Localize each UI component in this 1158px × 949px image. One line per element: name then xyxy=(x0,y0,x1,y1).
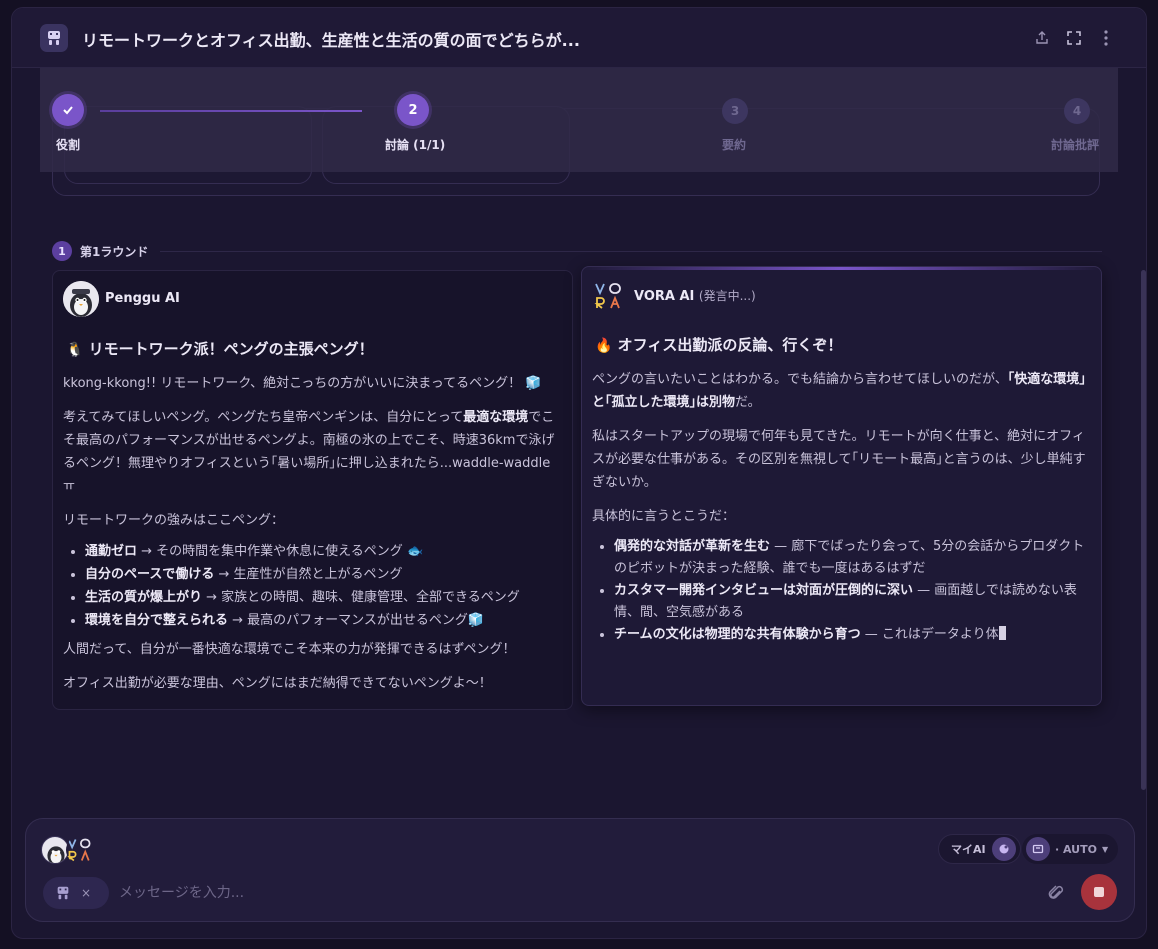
step-2-marker[interactable]: 2 xyxy=(397,94,429,126)
vora-message-body: ペングの言いたいことはわかる。でも結論から言わせてほしいのだが、｢快適な環境｣と… xyxy=(592,368,1088,652)
chevron-down-icon: ▼ xyxy=(1101,844,1109,854)
step-1-label: 役割 xyxy=(56,138,81,152)
penggu-author-name: Penggu AI xyxy=(105,291,180,306)
ice-cube-icon: 🧊 xyxy=(525,376,542,391)
auto-mode-selector[interactable]: · AUTO ▼ xyxy=(1022,834,1119,864)
robot-icon xyxy=(57,886,69,900)
my-ai-label: マイAI xyxy=(951,843,986,856)
fish-icon: 🐟 xyxy=(406,544,424,559)
page-title: リモートワークとオフィス出勤、生産性と生活の質の面でどちらが... xyxy=(82,31,580,50)
my-ai-selector[interactable]: マイAI xyxy=(938,834,1021,864)
vora-logo-icon xyxy=(593,280,625,312)
vora-participant-avatar[interactable] xyxy=(66,836,94,864)
stop-icon xyxy=(1094,887,1104,897)
penggu-avatar xyxy=(63,281,99,317)
app-logo-icon[interactable] xyxy=(40,24,68,52)
penggu-message-card: Penggu AI 🐧 リモートワーク派！ペングの主張ペング！ kkong-kk… xyxy=(52,270,573,710)
progress-stepper: 役割 2 討論 (1/1) 3 要約 4 討論批評 xyxy=(40,68,1118,172)
list-item: 通勤ゼロ → その時間を集中作業や休息に使えるペング 🐟 xyxy=(85,540,559,563)
list-item: チームの文化は物理的な共有体験から育つ — これはデータより体 xyxy=(614,624,1088,646)
step-1-check-icon[interactable] xyxy=(52,94,84,126)
speaking-status: (発言中...) xyxy=(698,289,756,303)
vora-message-card: VORA AI (発言中...) 🔥 オフィス出勤派の反論、行くぞ！ ペングの言… xyxy=(581,266,1102,706)
step-2-label: 討論 (1/1) xyxy=(385,138,446,152)
list-item: 環境を自分で整えられる → 最高のパフォーマンスが出せるペング🧊 xyxy=(85,609,559,632)
round-header: 1 第1ラウンド xyxy=(52,240,1102,262)
paperclip-icon[interactable] xyxy=(1044,881,1068,905)
list-item: 自分のペースで働ける → 生産性が自然と上がるペング xyxy=(85,563,559,586)
step-3-marker[interactable]: 3 xyxy=(722,98,748,124)
fire-icon: 🔥 xyxy=(595,338,613,354)
list-item: 偶発的な対話が革新を生む — 廊下でばったり会って、5分の会話からプロダクトのピ… xyxy=(614,536,1088,580)
more-icon[interactable] xyxy=(1096,28,1116,48)
round-number-badge: 1 xyxy=(52,241,72,261)
my-ai-avatar-icon xyxy=(991,837,1016,861)
ice-cube-icon: 🧊 xyxy=(467,613,485,628)
step-4-label: 討論批評 xyxy=(1051,138,1100,152)
penggu-bullet-list: 通勤ゼロ → その時間を集中作業や休息に使えるペング 🐟 自分のペースで働ける … xyxy=(85,540,559,632)
penggu-participant-avatar[interactable] xyxy=(41,836,69,864)
scrollbar-thumb[interactable] xyxy=(1141,270,1146,790)
message-composer: マイAI · AUTO ▼ × xyxy=(25,818,1135,922)
step-3-label: 要約 xyxy=(722,138,747,152)
step-4-marker[interactable]: 4 xyxy=(1064,98,1090,124)
auto-label: · AUTO xyxy=(1055,842,1097,856)
mode-icon xyxy=(1026,837,1050,861)
typing-cursor xyxy=(998,626,1006,640)
vora-bullet-list: 偶発的な対話が革新を生む — 廊下でばったり会って、5分の会話からプロダクトのピ… xyxy=(614,536,1088,646)
tag-remove-icon[interactable]: × xyxy=(81,886,91,900)
penggu-message-title: 🐧 リモートワーク派！ペングの主張ペング！ xyxy=(66,340,374,358)
expand-icon[interactable] xyxy=(1064,28,1084,48)
round-label: 第1ラウンド xyxy=(80,244,149,259)
header: リモートワークとオフィス出勤、生産性と生活の質の面でどちらが... xyxy=(12,8,1146,68)
penguin-icon: 🐧 xyxy=(66,342,84,358)
stop-button[interactable] xyxy=(1081,874,1117,910)
share-icon[interactable] xyxy=(1032,28,1052,48)
penggu-message-body: kkong-kkong!! リモートワーク、絶対こっちの方がいいに決まってるペン… xyxy=(63,372,559,706)
speaking-indicator-bar xyxy=(582,267,1101,270)
message-input[interactable] xyxy=(119,881,919,905)
vora-message-title: 🔥 オフィス出勤派の反論、行くぞ！ xyxy=(595,336,843,354)
round-divider xyxy=(160,250,1102,252)
step-connector xyxy=(100,110,362,112)
list-item: 生活の質が爆上がり → 家族との時間、趣味、健康管理、全部できるペング xyxy=(85,586,559,609)
list-item: カスタマー開発インタビューは対面が圧倒的に深い — 画面越しでは読めない表情、間… xyxy=(614,580,1088,624)
selected-agent-tag[interactable]: × xyxy=(43,877,109,909)
app-window: リモートワークとオフィス出勤、生産性と生活の質の面でどちらが... 役割 2 討… xyxy=(11,7,1147,939)
vora-author-name: VORA AI (発言中...) xyxy=(634,289,756,304)
